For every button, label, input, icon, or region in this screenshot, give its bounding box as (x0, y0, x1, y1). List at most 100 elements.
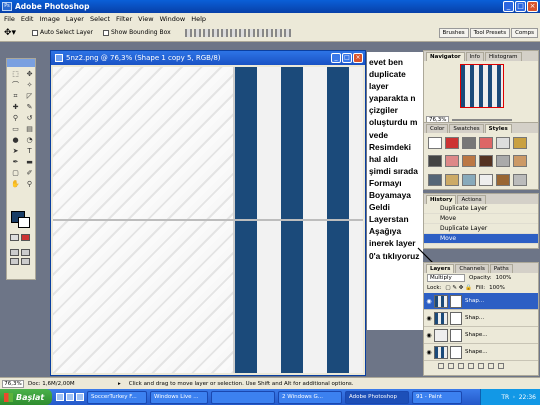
style-swatch[interactable] (479, 155, 493, 168)
background-color-swatch[interactable] (18, 217, 30, 228)
task-windows-group[interactable]: 2 Windows G... (278, 390, 342, 404)
align-icon[interactable] (229, 28, 237, 37)
trash-icon[interactable] (498, 362, 504, 369)
style-swatch[interactable] (479, 173, 493, 186)
screen-mode-icon[interactable] (21, 249, 30, 256)
tab-layers[interactable]: Layers (426, 264, 455, 273)
imageready-icon[interactable] (21, 258, 30, 265)
history-brush-icon[interactable]: ↺ (23, 113, 36, 123)
menu-filter[interactable]: Filter (116, 15, 132, 23)
tab-history[interactable]: History (426, 195, 457, 204)
style-swatch[interactable] (462, 155, 476, 168)
menu-layer[interactable]: Layer (66, 15, 84, 23)
marquee-tool-icon[interactable]: ⬚ (9, 69, 22, 79)
style-swatch[interactable] (445, 155, 459, 168)
maximize-button[interactable]: □ (515, 1, 526, 12)
magic-wand-icon[interactable]: ✧ (23, 80, 36, 90)
tray-icon[interactable]: ◦ (512, 394, 516, 401)
task-soccerturkey[interactable]: SoccerTurkey F... (87, 390, 147, 404)
adjustment-icon[interactable] (468, 362, 474, 369)
style-swatch[interactable] (496, 137, 510, 149)
eye-icon[interactable]: ◉ (424, 315, 434, 322)
start-button[interactable]: Başlat (0, 389, 52, 405)
navigator-preview[interactable] (424, 61, 538, 115)
style-swatch[interactable] (496, 173, 510, 186)
lock-icons[interactable]: ▢ ✎ ✥ 🔒 (445, 285, 472, 291)
gradient-tool-icon[interactable]: ▤ (23, 124, 36, 134)
tab-paths[interactable]: Paths (489, 264, 513, 273)
style-swatch[interactable] (513, 137, 527, 149)
style-swatch[interactable] (513, 173, 527, 186)
menu-edit[interactable]: Edit (21, 15, 34, 23)
menu-view[interactable]: View (138, 15, 153, 23)
task-paint[interactable]: 91 - Paint (412, 390, 462, 404)
desktop-icon[interactable] (56, 393, 64, 401)
tab-swatches[interactable]: Swatches (449, 124, 484, 133)
task-window[interactable] (211, 390, 275, 404)
clock[interactable]: 22:36 (519, 394, 536, 401)
style-swatch[interactable] (445, 137, 459, 149)
layer-row[interactable]: ◉ Shap... (424, 310, 538, 327)
tab-actions[interactable]: Actions (457, 195, 486, 204)
fill-field[interactable]: 100% (489, 285, 505, 291)
folder-icon[interactable] (478, 362, 484, 369)
status-arrow-icon[interactable]: ▸ (118, 381, 121, 387)
history-item[interactable]: Duplicate Layer (424, 224, 538, 234)
notes-tool-icon[interactable]: ▢ (9, 168, 22, 178)
status-zoom-field[interactable]: 76,3% (2, 379, 24, 388)
align-icon[interactable] (193, 28, 201, 37)
hand-tool-icon[interactable]: ✋ (9, 179, 22, 189)
bounding-box-checkbox[interactable]: Show Bounding Box (102, 29, 171, 36)
tab-histogram[interactable]: Histogram (484, 52, 522, 61)
comps-tab[interactable]: Comps (511, 28, 538, 38)
brushes-tab[interactable]: Brushes (438, 28, 469, 38)
menu-help[interactable]: Help (191, 15, 206, 23)
distribute-icon[interactable] (265, 28, 273, 37)
history-item-selected[interactable]: Move (424, 234, 538, 244)
style-swatch[interactable] (462, 173, 476, 186)
tab-navigator[interactable]: Navigator (426, 52, 465, 61)
browser-icon[interactable] (66, 393, 74, 401)
style-swatch[interactable] (428, 173, 442, 186)
menu-image[interactable]: Image (39, 15, 59, 23)
healing-tool-icon[interactable]: ✚ (9, 102, 22, 112)
close-button[interactable]: × (527, 1, 538, 12)
doc-size[interactable]: Doc: 1,6M/2,00M (28, 381, 118, 387)
distribute-icon[interactable] (274, 28, 282, 37)
shape-tool-icon[interactable]: ▬ (23, 157, 36, 167)
navigator-zoom-slider[interactable] (452, 118, 513, 121)
eye-icon[interactable]: ◉ (424, 332, 434, 339)
stamp-tool-icon[interactable]: ⚲ (9, 113, 22, 123)
mask-icon[interactable] (458, 362, 464, 369)
standard-mode-icon[interactable] (10, 234, 19, 241)
eye-icon[interactable]: ◉ (424, 349, 434, 356)
task-photoshop[interactable]: Adobe Photoshop (345, 390, 409, 404)
move-tool-icon[interactable]: ✥▾ (4, 27, 22, 39)
fx-icon[interactable] (448, 362, 454, 369)
image-canvas[interactable] (53, 67, 363, 373)
blur-tool-icon[interactable]: ● (9, 135, 22, 145)
path-select-icon[interactable]: ➤ (9, 146, 22, 156)
slice-tool-icon[interactable]: ◸ (23, 91, 36, 101)
history-item[interactable]: Move (424, 214, 538, 224)
style-swatch[interactable] (496, 155, 510, 168)
tab-color[interactable]: Color (426, 124, 449, 133)
task-windows-live[interactable]: Windows Live ... (150, 390, 208, 404)
zoom-tool-icon[interactable]: ⚲ (23, 179, 36, 189)
style-swatch[interactable] (462, 137, 476, 149)
move-tool-icon[interactable]: ✥ (23, 69, 36, 79)
quickmask-mode-icon[interactable] (21, 234, 30, 241)
align-icon[interactable] (202, 28, 210, 37)
toolbox-header[interactable] (7, 59, 35, 67)
style-swatch[interactable] (479, 137, 493, 149)
distribute-icon[interactable] (283, 28, 291, 37)
tab-info[interactable]: Info (465, 52, 484, 61)
align-icon[interactable] (220, 28, 228, 37)
history-item[interactable]: Duplicate Layer (424, 204, 538, 214)
style-swatch[interactable] (428, 137, 442, 149)
minimize-button[interactable]: _ (503, 1, 514, 12)
auto-select-checkbox[interactable]: Auto Select Layer (32, 29, 93, 36)
dodge-tool-icon[interactable]: ◔ (23, 135, 36, 145)
document-titlebar[interactable]: 5nz2.png @ 76,3% (Shape 1 copy 5, RGB/8) (51, 51, 365, 65)
lasso-tool-icon[interactable]: ⌒ (9, 80, 22, 90)
